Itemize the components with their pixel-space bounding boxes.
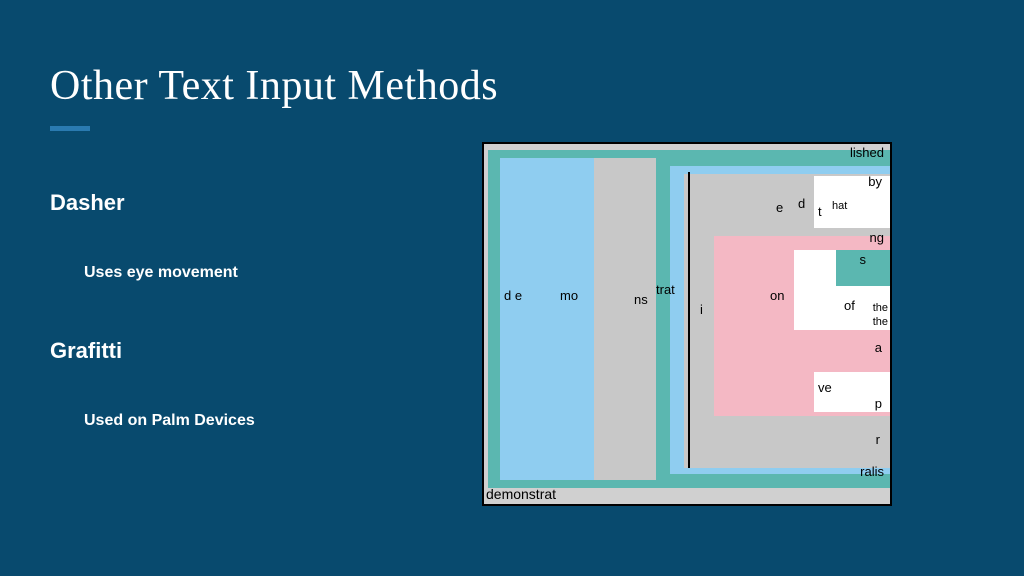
- lbl-of: of: [844, 298, 855, 313]
- crosshair-line: [688, 172, 690, 468]
- lbl-de: d e: [504, 288, 522, 303]
- lbl-on: on: [770, 288, 784, 303]
- lbl-r: r: [876, 432, 880, 447]
- lbl-i: i: [700, 302, 703, 317]
- heading-grafitti: Grafitti: [50, 338, 255, 364]
- lbl-by: by: [868, 174, 882, 189]
- dasher-screenshot: lished by e d t hat ng s d e mo ns trat …: [482, 142, 892, 506]
- lbl-the: the: [873, 302, 888, 314]
- lbl-ve: ve: [818, 380, 832, 395]
- dasher-canvas: lished by e d t hat ng s d e mo ns trat …: [484, 144, 890, 484]
- slide-content: Dasher Uses eye movement Grafitti Used o…: [50, 190, 255, 486]
- box-sky-main: [500, 158, 594, 480]
- lbl-s: s: [860, 252, 867, 267]
- dasher-status-text: demonstrat: [486, 484, 556, 504]
- lbl-d: d: [798, 196, 805, 211]
- lbl-a: a: [875, 340, 882, 355]
- lbl-t: t: [818, 204, 822, 219]
- lbl-lished: lished: [850, 145, 884, 160]
- box-gray-mid: [594, 158, 656, 480]
- heading-dasher: Dasher: [50, 190, 255, 216]
- lbl-the2: the: [873, 316, 888, 328]
- slide-title: Other Text Input Methods: [50, 62, 498, 110]
- lbl-ng: ng: [870, 230, 884, 245]
- lbl-p: p: [875, 396, 882, 411]
- box-gray-bottom: [714, 420, 892, 460]
- lbl-trat: trat: [656, 282, 675, 297]
- sub-dasher: Uses eye movement: [84, 264, 255, 282]
- lbl-hat: hat: [832, 200, 847, 212]
- sub-grafitti: Used on Palm Devices: [84, 412, 255, 430]
- lbl-mo: mo: [560, 288, 578, 303]
- lbl-e: e: [776, 200, 783, 215]
- accent-bar: [50, 126, 90, 131]
- lbl-ns: ns: [634, 292, 648, 307]
- lbl-ralis: ralis: [860, 464, 884, 479]
